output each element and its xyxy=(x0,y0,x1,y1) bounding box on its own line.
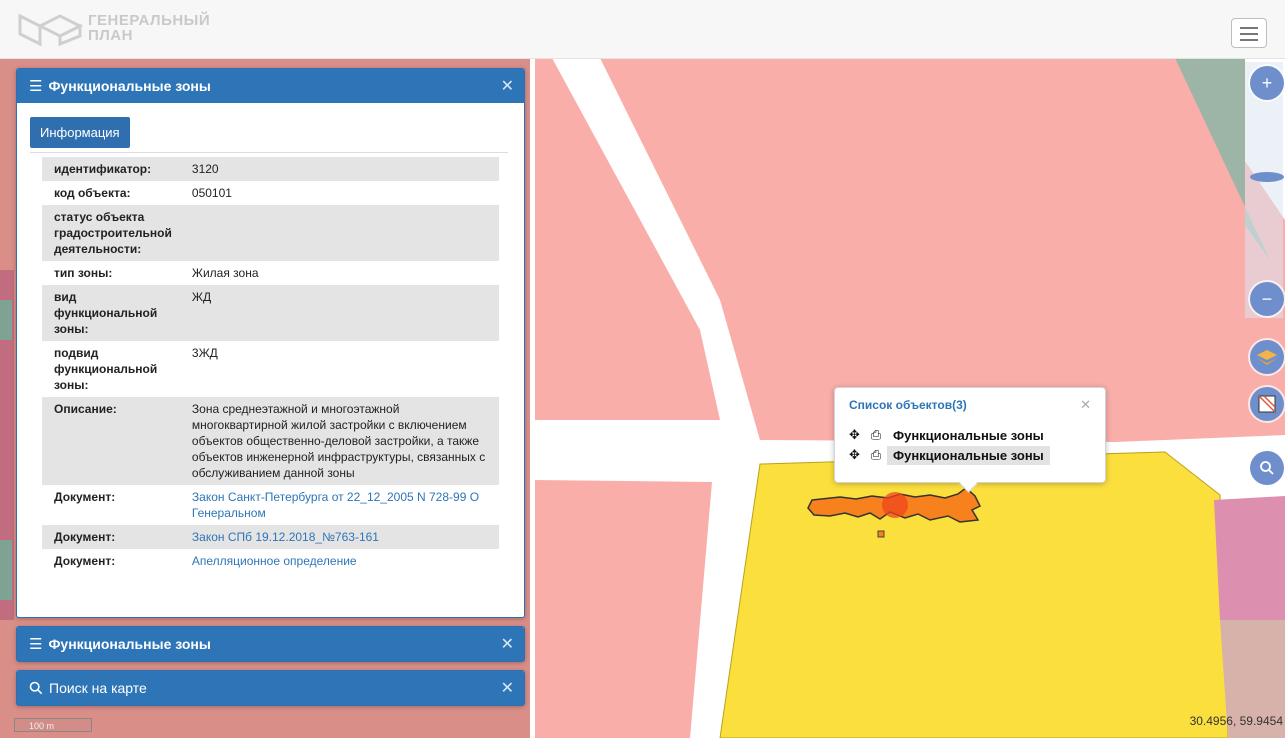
popup-item-label[interactable]: Функциональные зоны xyxy=(887,445,1050,465)
cursor-coordinates: 30.4956, 59.9454 xyxy=(1189,714,1283,728)
zoom-handle[interactable] xyxy=(1250,172,1284,182)
menu-button[interactable] xyxy=(1231,18,1267,48)
table-row: Документ: Закон СПб 19.12.2018_№763-161 xyxy=(42,525,499,549)
basemap-icon xyxy=(1258,395,1276,413)
logo[interactable]: ГЕНЕРАЛЬНЫЙ ПЛАН xyxy=(16,10,210,46)
info-panel-title: Функциональные зоны xyxy=(48,78,211,94)
table-row: Документ: Закон Санкт-Петербурга от 22_1… xyxy=(54,490,480,520)
table-row: идентификатор: 3120 xyxy=(42,157,499,181)
scale-bar: 100 m xyxy=(14,718,92,732)
selection-marker xyxy=(882,492,908,518)
search-icon xyxy=(29,681,43,695)
tab-divider xyxy=(30,152,508,153)
move-icon[interactable]: ✥ xyxy=(849,447,865,463)
layers-icon xyxy=(1257,350,1277,365)
minus-icon: − xyxy=(1261,288,1273,309)
table-row: Описание: Зона среднеэтажной и многоэтаж… xyxy=(42,397,499,485)
logo-icon xyxy=(18,13,84,46)
zoom-in-button[interactable]: + xyxy=(1250,66,1284,100)
table-row: тип зоны: Жилая зона xyxy=(54,266,259,280)
layers-button[interactable] xyxy=(1250,340,1284,374)
zoom-slider[interactable] xyxy=(1245,62,1283,318)
logo-line2: ПЛАН xyxy=(88,27,133,44)
logo-line1: ГЕНЕРАЛЬНЫЙ xyxy=(88,12,211,29)
move-icon[interactable]: ✥ xyxy=(849,427,865,443)
close-icon[interactable]: ✕ xyxy=(1080,397,1091,413)
table-row: вид функциональной зоны: ЖД xyxy=(42,285,499,341)
map-search-header[interactable]: Поиск на карте ✕ xyxy=(17,671,524,705)
info-panel-header[interactable]: ☰ Функциональные зоны ✕ xyxy=(17,69,524,103)
attributes-table: идентификатор: 3120 код объекта: 050101 … xyxy=(42,157,499,573)
document-link[interactable]: Закон Санкт-Петербурга от 22_12_2005 N 7… xyxy=(192,490,479,520)
top-bar: ГЕНЕРАЛЬНЫЙ ПЛАН xyxy=(0,0,1285,59)
zoom-out-button[interactable]: − xyxy=(1250,282,1284,316)
popup-title: Список объектов(3) xyxy=(849,398,967,412)
list-item[interactable]: ✥ ⎙ Функциональные зоны xyxy=(849,424,1050,446)
plus-icon: + xyxy=(1261,72,1273,93)
table-row: Документ: Апелляционное определение xyxy=(54,554,357,568)
list-item[interactable]: ✥ ⎙ Функциональные зоны xyxy=(849,444,1050,466)
document-link[interactable]: Апелляционное определение xyxy=(192,554,357,568)
close-icon[interactable]: ✕ xyxy=(501,76,514,96)
table-row: код объекта: 050101 xyxy=(54,186,232,200)
print-icon[interactable]: ⎙ xyxy=(865,447,887,463)
close-icon[interactable]: ✕ xyxy=(501,678,514,698)
close-icon[interactable]: ✕ xyxy=(501,634,514,654)
collapsed-zones-panel: ☰ Функциональные зоны ✕ xyxy=(16,626,525,662)
table-row: статус объекта градостроительной деятель… xyxy=(42,205,499,261)
menu-icon xyxy=(1240,27,1258,29)
tab-information[interactable]: Информация xyxy=(30,117,130,148)
list-icon: ☰ xyxy=(29,636,43,653)
map-search-panel: Поиск на карте ✕ xyxy=(16,670,525,706)
print-icon[interactable]: ⎙ xyxy=(865,427,887,443)
map-search-button[interactable] xyxy=(1250,451,1284,485)
basemap-button[interactable] xyxy=(1250,387,1284,421)
document-link[interactable]: Закон СПб 19.12.2018_№763-161 xyxy=(192,530,379,544)
object-list-popup: Список объектов(3) ✕ ✥ ⎙ Функциональные … xyxy=(834,387,1106,483)
search-icon xyxy=(1260,461,1274,475)
table-row: подвид функциональной зоны: 3ЖД xyxy=(54,346,218,392)
info-panel: ☰ Функциональные зоны ✕ Информация идент… xyxy=(16,68,525,618)
popup-item-label[interactable]: Функциональные зоны xyxy=(887,426,1050,445)
collapsed-zones-title: Функциональные зоны xyxy=(48,636,211,652)
list-icon: ☰ xyxy=(29,78,43,95)
collapsed-zones-header[interactable]: ☰ Функциональные зоны ✕ xyxy=(17,627,524,661)
map-search-title: Поиск на карте xyxy=(49,680,147,696)
